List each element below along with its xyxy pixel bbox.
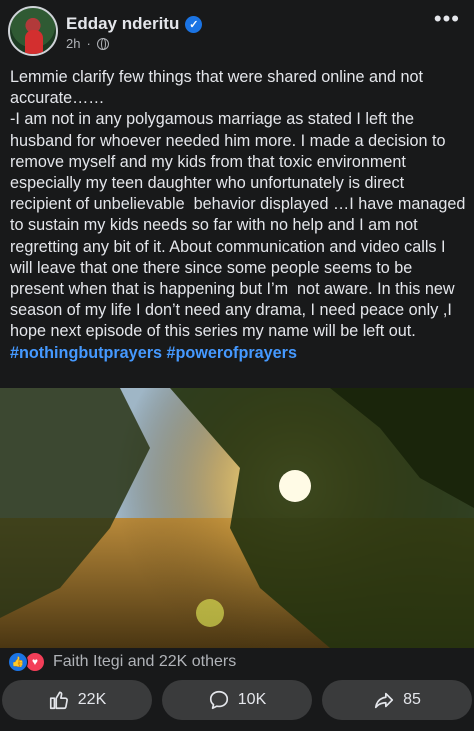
- post-time[interactable]: 2h: [66, 36, 80, 51]
- share-count: 85: [403, 691, 421, 708]
- author-name[interactable]: Edday nderitu: [66, 14, 179, 34]
- meta-separator: ·: [86, 36, 91, 51]
- post-hashtags[interactable]: #nothingbutprayers #powerofprayers: [10, 344, 297, 362]
- more-options-icon[interactable]: •••: [434, 8, 460, 30]
- share-icon: [375, 692, 394, 709]
- comment-button[interactable]: 10K: [162, 680, 312, 720]
- comment-icon: [209, 690, 228, 710]
- post-header: Edday nderitu ✓ 2h · •••: [0, 0, 474, 62]
- love-reaction-icon: ♥: [25, 652, 45, 672]
- verified-badge-icon: ✓: [185, 15, 203, 33]
- post-photo[interactable]: [0, 388, 474, 648]
- comment-count: 10K: [237, 691, 267, 708]
- author-row: Edday nderitu ✓: [66, 14, 203, 34]
- post-actions: 22K 10K 85: [0, 680, 474, 720]
- like-reaction-icon: 👍: [8, 652, 28, 672]
- share-button[interactable]: 85: [322, 680, 472, 720]
- reaction-summary[interactable]: 👍 ♥ Faith Itegi and 22K others: [8, 652, 236, 672]
- globe-icon: [96, 37, 109, 50]
- avatar[interactable]: [8, 6, 58, 56]
- sunset-forest-image: [0, 388, 474, 648]
- post-meta: 2h ·: [66, 36, 109, 51]
- reaction-text: Faith Itegi and 22K others: [53, 653, 237, 670]
- like-button[interactable]: 22K: [2, 680, 152, 720]
- post-body: Lemmie clarify few things that were shar…: [10, 67, 468, 364]
- like-count: 22K: [77, 691, 107, 708]
- post-text: Lemmie clarify few things that were shar…: [10, 68, 466, 341]
- thumbs-up-icon: [49, 691, 68, 710]
